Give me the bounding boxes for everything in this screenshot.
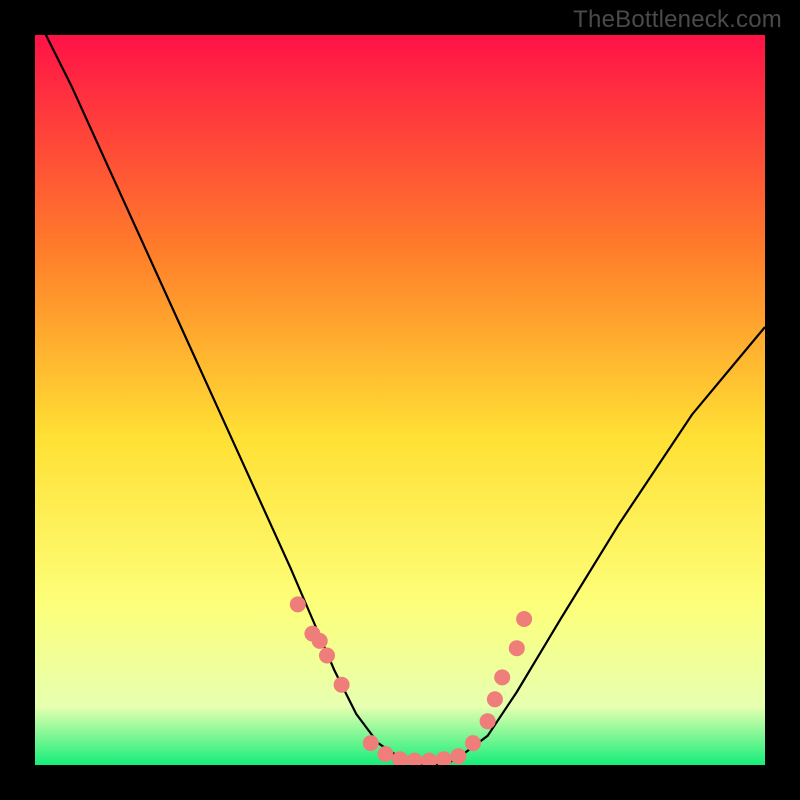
highlight-dot [319,648,335,664]
highlight-dot [480,713,496,729]
highlight-dot [465,735,481,751]
highlight-dot [509,640,525,656]
highlight-dot [450,748,466,764]
highlight-dot [494,669,510,685]
chart-frame: TheBottleneck.com [0,0,800,800]
highlight-dot [290,596,306,612]
highlight-dot [312,633,328,649]
highlight-dot [334,677,350,693]
gradient-background [35,35,765,765]
plot-area [35,35,765,765]
watermark-text: TheBottleneck.com [573,6,782,34]
highlight-dot [487,691,503,707]
highlight-dot [516,611,532,627]
plot-svg [35,35,765,765]
highlight-dot [377,746,393,762]
highlight-dot [363,735,379,751]
